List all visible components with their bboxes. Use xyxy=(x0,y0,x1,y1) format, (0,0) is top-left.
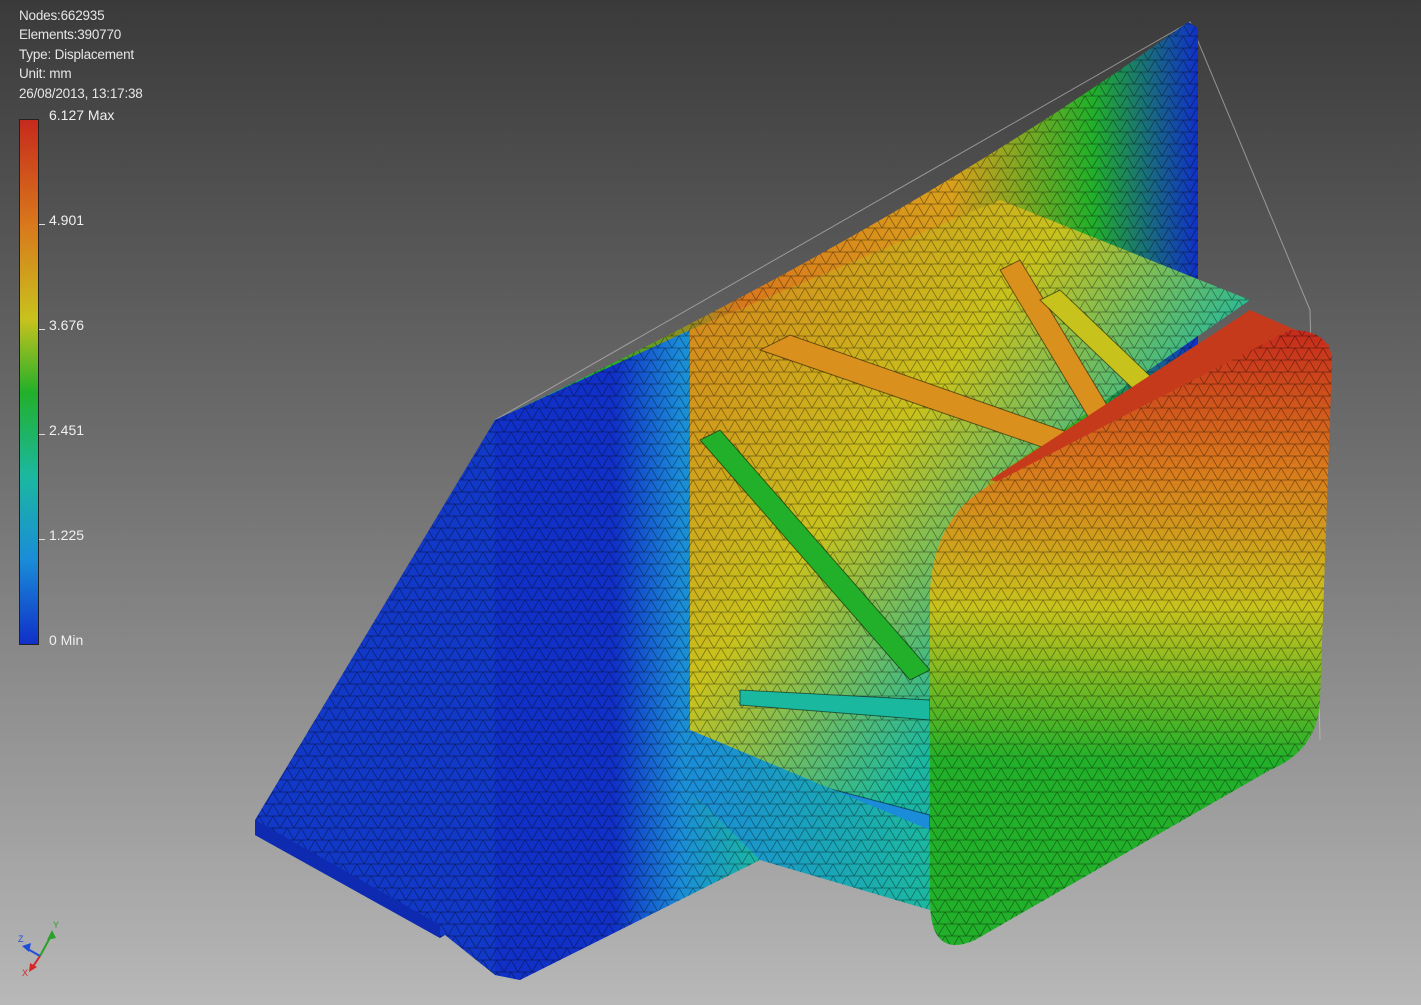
nodes-count: Nodes:662935 xyxy=(19,8,105,23)
legend-min-label: 0 Min xyxy=(49,632,84,648)
legend-tick xyxy=(39,539,45,540)
legend-tick-label: 3.676 xyxy=(49,317,85,333)
legend-tick xyxy=(39,329,45,330)
triad-y-label: Y xyxy=(53,920,59,930)
legend-tick-label: 1.225 xyxy=(49,527,85,543)
result-type: Type: Displacement xyxy=(19,46,134,62)
legend-tick xyxy=(39,224,45,225)
analysis-info: Nodes:662935 Elements:390770 Type: Displ… xyxy=(19,6,143,103)
unit-label: Unit: mm xyxy=(19,66,72,82)
elements-count: Elements:390770 xyxy=(19,27,122,43)
color-legend-bar xyxy=(19,119,39,645)
legend-tick xyxy=(39,434,45,435)
legend-tick-label: 2.451 xyxy=(49,422,85,438)
triad-z-label: Z xyxy=(18,934,24,944)
model-viewport[interactable] xyxy=(0,0,1421,1005)
axis-triad[interactable]: Y Z X xyxy=(18,918,68,978)
triad-x-label: X xyxy=(22,968,28,978)
legend-max-label: 6.127 Max xyxy=(49,107,115,123)
legend-tick-label: 4.901 xyxy=(49,212,85,228)
timestamp: 26/08/2013, 13:17:38 xyxy=(19,85,143,101)
